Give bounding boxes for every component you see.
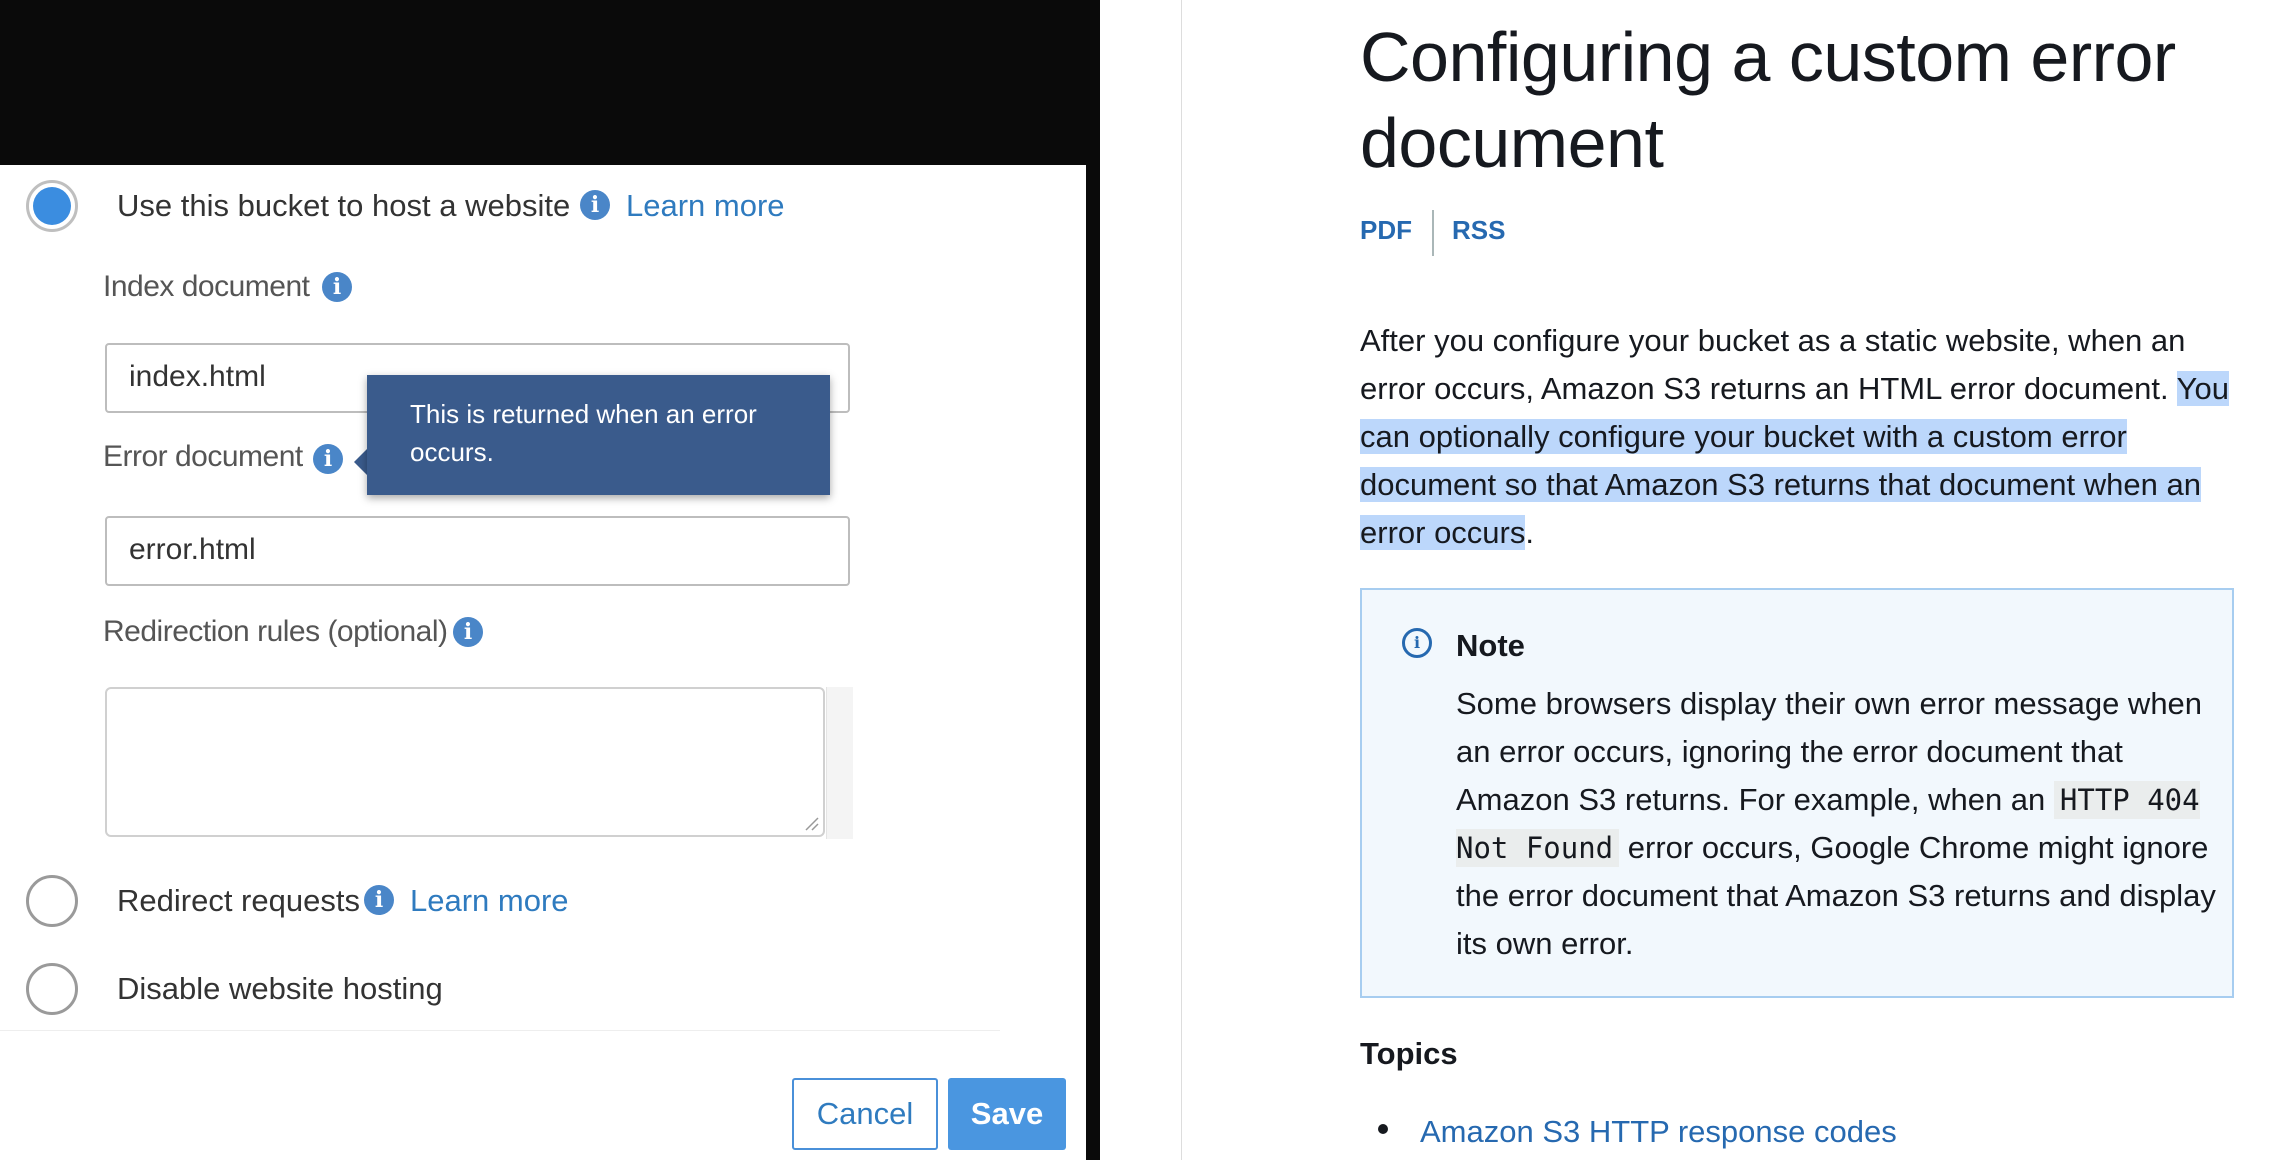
note-body: Some browsers display their own error me…: [1456, 680, 2216, 968]
note-title: Note: [1456, 628, 1525, 663]
s3-hosting-screenshot: Use this bucket to host a website i Lear…: [0, 0, 1100, 1160]
resize-handle-icon[interactable]: [803, 815, 819, 831]
radio-host-website[interactable]: [26, 180, 78, 232]
info-circle-icon: i: [1402, 628, 1432, 658]
rss-link[interactable]: RSS: [1452, 215, 1505, 246]
intro-end: .: [1525, 515, 1534, 550]
info-icon[interactable]: i: [322, 272, 352, 302]
link-separator: [1432, 210, 1434, 256]
intro-paragraph: After you configure your bucket as a sta…: [1360, 317, 2240, 557]
note-box: i Note Some browsers display their own e…: [1360, 588, 2234, 998]
radio-disable-hosting[interactable]: [26, 963, 78, 1015]
static-website-hosting-panel: Use this bucket to host a website i Lear…: [0, 165, 1086, 1160]
textarea-scrollbar[interactable]: [826, 687, 853, 839]
topic-link-http-response-codes[interactable]: Amazon S3 HTTP response codes: [1420, 1114, 1897, 1150]
info-icon[interactable]: i: [580, 190, 610, 220]
tooltip-arrow: [354, 448, 368, 476]
panel-footer-divider: [0, 1030, 1000, 1031]
save-button[interactable]: Save: [948, 1078, 1066, 1150]
option-disable-label: Disable website hosting: [117, 971, 443, 1006]
option-host-label: Use this bucket to host a website: [117, 188, 571, 223]
option-redirect-label: Redirect requests: [117, 883, 360, 918]
topics-heading: Topics: [1360, 1036, 1458, 1071]
cancel-button[interactable]: Cancel: [792, 1078, 938, 1150]
redirection-rules-textarea[interactable]: [105, 687, 825, 837]
learn-more-link[interactable]: Learn more: [410, 883, 569, 919]
pdf-link[interactable]: PDF: [1360, 215, 1412, 246]
intro-text: After you configure your bucket as a sta…: [1360, 323, 2186, 406]
column-divider: [1181, 0, 1182, 1160]
page-title: Configuring a custom error document: [1360, 18, 2176, 182]
radio-redirect-requests[interactable]: [26, 875, 78, 927]
learn-more-link[interactable]: Learn more: [626, 188, 785, 224]
error-document-tooltip: This is returned when an error occurs.: [367, 375, 830, 495]
info-icon[interactable]: i: [364, 885, 394, 915]
redirection-rules-label: Redirection rules (optional): [103, 615, 448, 648]
index-document-label: Index document: [103, 270, 310, 303]
info-icon[interactable]: i: [313, 444, 343, 474]
bullet-icon: [1378, 1124, 1388, 1134]
error-document-input[interactable]: error.html: [105, 516, 850, 586]
info-icon[interactable]: i: [453, 617, 483, 647]
error-document-label: Error document: [103, 440, 303, 473]
